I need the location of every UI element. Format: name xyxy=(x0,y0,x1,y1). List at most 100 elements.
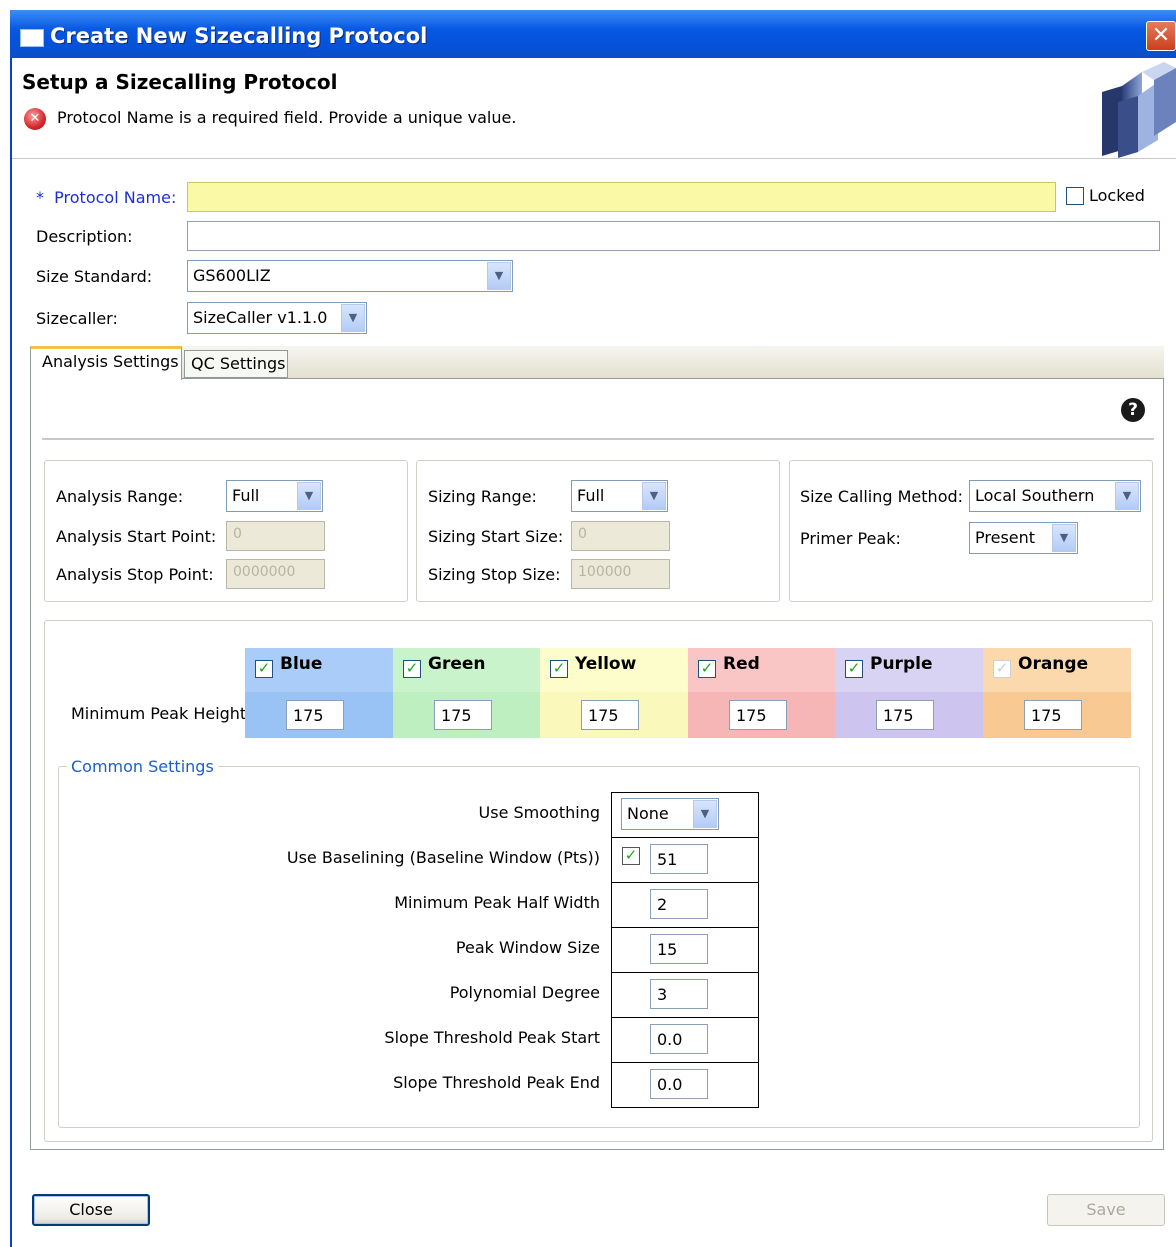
close-button[interactable]: Close xyxy=(32,1194,150,1226)
sizing-range-value: Full xyxy=(577,486,605,505)
use-baselining-checkbox[interactable]: ✓ xyxy=(622,847,640,865)
baselining-row: ✓ 51 xyxy=(612,838,758,883)
dye-header-green: ✓ Green xyxy=(393,648,541,692)
dye-checkbox-orange[interactable]: ✓ xyxy=(993,660,1011,678)
slope-threshold-end-label: Slope Threshold Peak End xyxy=(393,1073,600,1092)
use-baselining-label: Use Baselining (Baseline Window (Pts)) xyxy=(286,848,600,867)
page-title: Setup a Sizecalling Protocol xyxy=(22,70,338,94)
dye-checkbox-yellow[interactable]: ✓ xyxy=(550,660,568,678)
min-peak-height-input-yellow[interactable]: 175 xyxy=(581,700,639,730)
dye-cell-purple: 175 xyxy=(835,692,983,738)
dye-cell-red: 175 xyxy=(688,692,836,738)
sizecaller-select[interactable]: SizeCaller v1.1.0 ▼ xyxy=(187,302,367,334)
save-button[interactable]: Save xyxy=(1047,1194,1165,1226)
chevron-down-icon[interactable]: ▼ xyxy=(693,800,717,828)
slope-end-row: 0.0 xyxy=(612,1063,758,1108)
baseline-window-input[interactable]: 51 xyxy=(650,844,708,874)
size-calling-method-value: Local Southern xyxy=(975,486,1095,505)
sizing-start-label: Sizing Start Size: xyxy=(428,527,564,546)
sizing-range-select[interactable]: Full ▼ xyxy=(571,480,668,512)
min-peak-half-width-label: Minimum Peak Half Width xyxy=(394,893,600,912)
dye-header-purple: ✓ Purple xyxy=(835,648,983,692)
primer-peak-label: Primer Peak: xyxy=(800,529,901,548)
dye-name-label: Green xyxy=(428,654,486,674)
chevron-down-icon[interactable]: ▼ xyxy=(1115,482,1139,510)
min-peak-height-input-green[interactable]: 175 xyxy=(434,700,492,730)
slope-threshold-end-input[interactable]: 0.0 xyxy=(650,1069,708,1099)
protocol-name-label-text: Protocol Name: xyxy=(54,188,177,207)
sizing-stop-input[interactable]: 100000 xyxy=(571,559,670,589)
dye-cell-green: 175 xyxy=(393,692,541,738)
min-peak-height-input-purple[interactable]: 175 xyxy=(876,700,934,730)
analysis-start-input[interactable]: 0 xyxy=(226,521,325,551)
protocol-name-input[interactable] xyxy=(187,182,1056,212)
dye-cell-orange: 175 xyxy=(983,692,1131,738)
chevron-down-icon[interactable]: ▼ xyxy=(642,482,666,510)
peak-window-size-label: Peak Window Size xyxy=(455,938,600,957)
primer-peak-select[interactable]: Present ▼ xyxy=(969,522,1078,554)
smoothing-row: None ▼ xyxy=(612,793,758,838)
min-peak-height-input-orange[interactable]: 175 xyxy=(1024,700,1082,730)
dye-checkbox-green[interactable]: ✓ xyxy=(403,660,421,678)
use-smoothing-label: Use Smoothing xyxy=(478,803,600,822)
required-marker: * xyxy=(36,188,44,207)
dye-header-red: ✓ Red xyxy=(688,648,836,692)
size-calling-method-label: Size Calling Method: xyxy=(800,487,964,506)
dye-checkbox-red[interactable]: ✓ xyxy=(698,660,716,678)
analysis-start-label: Analysis Start Point: xyxy=(56,527,217,546)
dye-checkbox-purple[interactable]: ✓ xyxy=(845,660,863,678)
dye-name-label: Purple xyxy=(870,654,933,674)
tab-qc-settings[interactable]: QC Settings xyxy=(184,350,288,378)
min-peak-height-label: Minimum Peak Height xyxy=(71,704,247,723)
locked-checkbox[interactable] xyxy=(1066,187,1084,205)
sizing-range-label: Sizing Range: xyxy=(428,487,537,506)
polynomial-degree-input[interactable]: 3 xyxy=(650,979,708,1009)
slope-threshold-start-label: Slope Threshold Peak Start xyxy=(384,1028,600,1047)
sizing-start-input[interactable]: 0 xyxy=(571,521,670,551)
size-standard-label: Size Standard: xyxy=(36,267,153,286)
analysis-range-select[interactable]: Full ▼ xyxy=(226,480,323,512)
primer-peak-value: Present xyxy=(975,528,1036,547)
dye-cell-yellow: 175 xyxy=(540,692,688,738)
protocol-name-label: * Protocol Name: xyxy=(36,188,176,207)
slope-threshold-start-input[interactable]: 0.0 xyxy=(650,1024,708,1054)
tab-analysis-settings[interactable]: Analysis Settings xyxy=(30,346,182,380)
analysis-stop-input[interactable]: 0000000 xyxy=(226,559,325,589)
chevron-down-icon[interactable]: ▼ xyxy=(341,304,365,332)
description-label: Description: xyxy=(36,227,133,246)
use-smoothing-select[interactable]: None ▼ xyxy=(621,798,719,830)
binder-graphic-icon xyxy=(1102,62,1176,158)
polynomial-degree-label: Polynomial Degree xyxy=(449,983,600,1002)
min-peak-half-width-input[interactable]: 2 xyxy=(650,889,708,919)
size-standard-select[interactable]: GS600LIZ ▼ xyxy=(187,260,513,292)
polynomial-row: 3 xyxy=(612,973,758,1018)
size-calling-method-select[interactable]: Local Southern ▼ xyxy=(969,480,1141,512)
locked-label: Locked xyxy=(1089,186,1145,205)
analysis-range-label: Analysis Range: xyxy=(56,487,184,506)
chevron-down-icon[interactable]: ▼ xyxy=(1052,524,1076,552)
chevron-down-icon[interactable]: ▼ xyxy=(487,262,511,290)
window-icon xyxy=(20,29,44,47)
common-settings-legend: Common Settings xyxy=(67,757,218,776)
error-icon: ✕ xyxy=(24,108,46,130)
chevron-down-icon[interactable]: ▼ xyxy=(297,482,321,510)
sizecaller-label: Sizecaller: xyxy=(36,309,118,328)
dye-name-label: Orange xyxy=(1018,654,1089,674)
min-peak-height-input-blue[interactable]: 175 xyxy=(286,700,344,730)
dye-header-orange: ✓ Orange xyxy=(983,648,1131,692)
peak-window-size-input[interactable]: 15 xyxy=(650,934,708,964)
sizing-stop-label: Sizing Stop Size: xyxy=(428,565,561,584)
half-width-row: 2 xyxy=(612,883,758,928)
close-window-icon[interactable]: ✕ xyxy=(1146,21,1176,51)
error-message: Protocol Name is a required field. Provi… xyxy=(57,108,517,127)
sizecaller-value: SizeCaller v1.1.0 xyxy=(193,308,328,327)
dye-header-yellow: ✓ Yellow xyxy=(540,648,688,692)
help-icon[interactable]: ? xyxy=(1121,398,1145,422)
min-peak-height-input-red[interactable]: 175 xyxy=(729,700,787,730)
description-input[interactable] xyxy=(187,221,1160,251)
dye-checkbox-blue[interactable]: ✓ xyxy=(255,660,273,678)
dye-name-label: Red xyxy=(723,654,760,674)
analysis-stop-label: Analysis Stop Point: xyxy=(56,565,214,584)
use-smoothing-value: None xyxy=(627,804,669,823)
slope-start-row: 0.0 xyxy=(612,1018,758,1063)
